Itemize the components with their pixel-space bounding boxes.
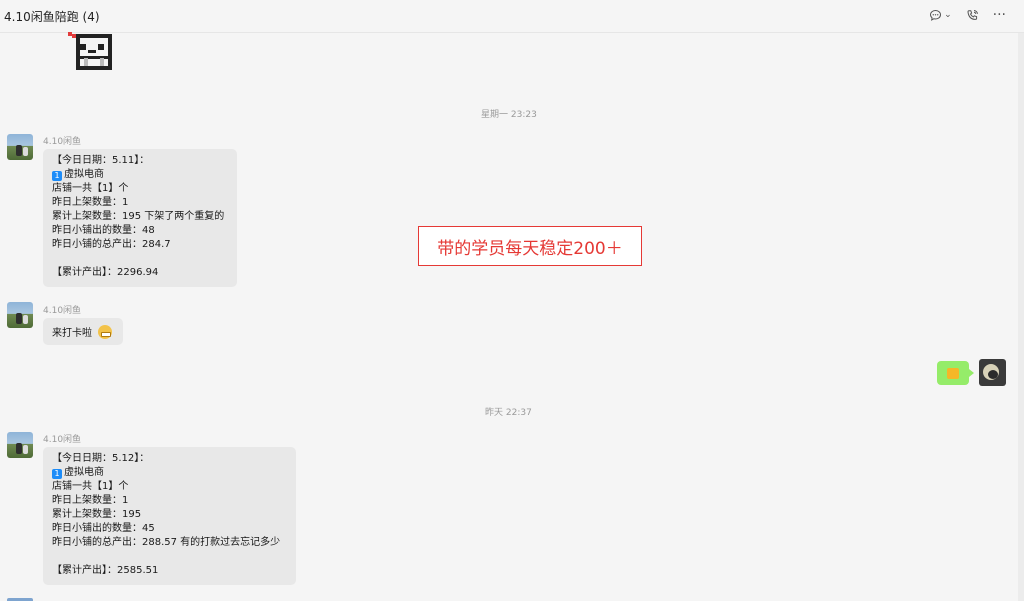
message-line: 昨日小铺的总产出：284.7 (52, 239, 171, 250)
message-line: 昨日小铺出的数量：48 (52, 225, 155, 236)
my-message-bubble[interactable] (937, 361, 974, 385)
sender-name: 4.10闲鱼 (43, 306, 82, 316)
message-bubble[interactable]: 【今日日期：5.11】： 1 虚拟电商 店铺一共【1】个 昨日上架数量：1 累计上… (43, 149, 237, 287)
message-line: 昨日小铺出的数量：45 (52, 523, 155, 534)
chevron-down-icon: ⌄ (944, 10, 952, 20)
message-line-with-badge: 1 虚拟电商 (52, 466, 287, 480)
sender-name: 4.10闲鱼 (43, 435, 82, 445)
message-line: 昨日上架数量：1 (52, 197, 129, 208)
scrollbar[interactable] (1018, 33, 1024, 601)
message-line: 【累计产出】：2585.51 (52, 565, 159, 576)
thumbs-up-icon (947, 367, 959, 379)
chat-header: 4.10闲鱼陪跑 (4) ⌄ ··· (0, 0, 1024, 33)
header-actions: ⌄ ··· (929, 7, 1006, 23)
message-line: 【累计产出】：2296.94 (52, 267, 159, 278)
message-line: 店铺一共【1】个 (52, 183, 129, 194)
grin-emoji-icon (98, 324, 112, 339)
message-line: 店铺一共【1】个 (52, 481, 129, 492)
more-button[interactable]: ··· (993, 7, 1006, 23)
message-line: 累计上架数量：195 下架了两个重复的 (52, 211, 225, 222)
avatar[interactable] (7, 134, 33, 160)
more-icon: ··· (992, 7, 1006, 23)
chat-icon (929, 9, 942, 22)
my-avatar[interactable] (979, 359, 1006, 386)
voice-call-button[interactable] (966, 7, 979, 23)
number-badge-icon: 1 (52, 469, 62, 479)
chat-info-button[interactable]: ⌄ (929, 7, 952, 23)
timestamp-separator: 星期一 23:23 (481, 110, 537, 120)
timestamp-separator: 昨天 22:37 (485, 408, 532, 418)
sticker-image[interactable] (60, 32, 122, 74)
message-line-with-badge: 1 虚拟电商 (52, 168, 228, 182)
message-text: 来打卡啦 (52, 328, 92, 339)
message-line: 累计上架数量：195 (52, 509, 142, 520)
message-line: 【今日日期：5.11】： (52, 155, 150, 166)
message-line: 昨日上架数量：1 (52, 495, 129, 506)
chat-title: 4.10闲鱼陪跑 (4) (4, 10, 100, 24)
sender-name: 4.10闲鱼 (43, 137, 82, 147)
number-badge-icon: 1 (52, 171, 62, 181)
message-line: 【今日日期：5.12】： (52, 453, 150, 464)
avatar[interactable] (7, 432, 33, 458)
message-bubble[interactable]: 【今日日期：5.12】： 1 虚拟电商 店铺一共【1】个 昨日上架数量：1 累计上… (43, 447, 296, 585)
annotation-box: 带的学员每天稳定200＋ (418, 226, 642, 266)
message-bubble[interactable]: 来打卡啦 (43, 318, 123, 345)
avatar[interactable] (7, 302, 33, 328)
phone-icon (966, 9, 979, 22)
message-line: 昨日小铺的总产出：288.57 有的打款过去忘记多少 (52, 537, 281, 548)
